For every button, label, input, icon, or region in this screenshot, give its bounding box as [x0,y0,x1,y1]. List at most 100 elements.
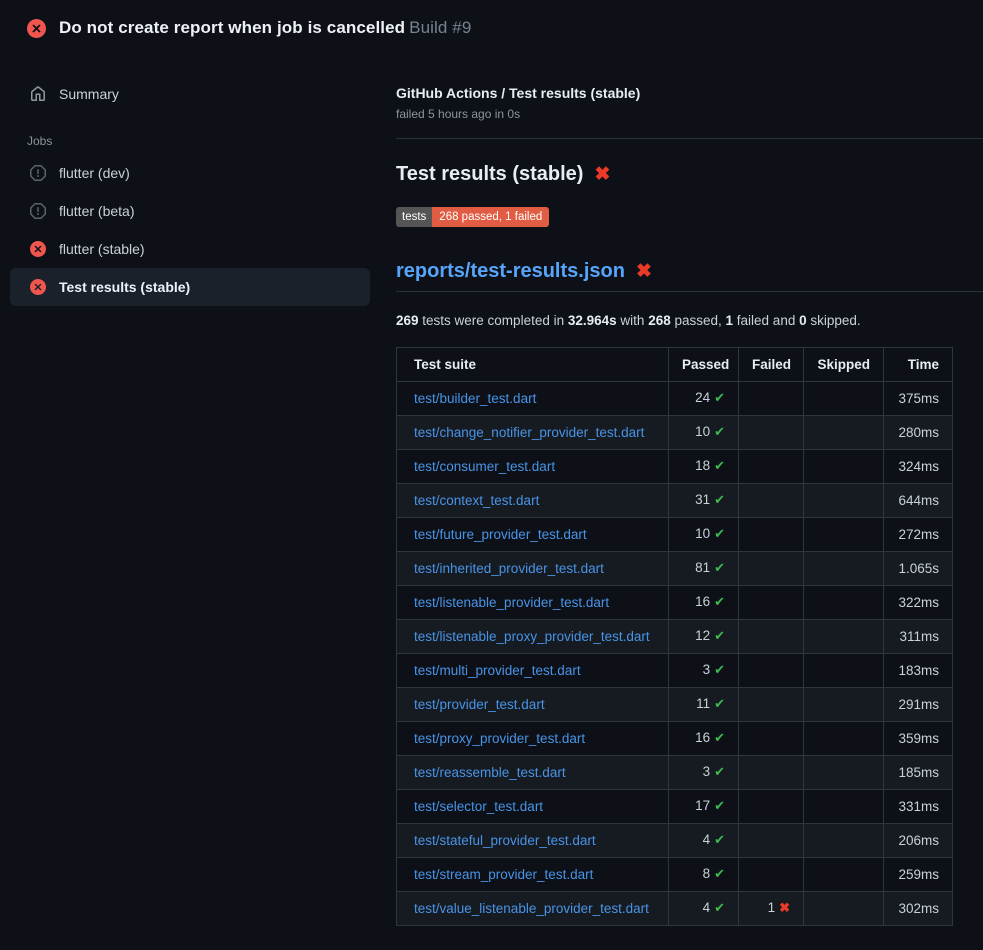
report-file-link[interactable]: reports/test-results.json [396,260,625,283]
report-file-heading: reports/test-results.json✖ [396,260,983,292]
table-row: test/multi_provider_test.dart 3✔ 183ms [397,654,953,688]
passed-cell: 81✔ [669,552,739,586]
table-row: test/provider_test.dart11✔291ms [397,688,953,722]
passed-cell: 3✔ [669,654,739,688]
check-icon: ✔ [714,662,725,677]
test-suite-link[interactable]: test/builder_test.dart [414,391,536,406]
sidebar-item-label: flutter (beta) [59,203,134,219]
section-title-text: Test results (stable) [396,163,583,186]
test-suite-link[interactable]: test/inherited_provider_test.dart [414,561,604,576]
skipped-cell [804,722,884,756]
x-circle-icon [30,279,46,295]
count-value: 81 [695,560,710,575]
test-suite-cell: test/stateful_provider_test.dart [397,824,669,858]
sidebar-item-label: flutter (dev) [59,165,130,181]
skipped-cell [804,450,884,484]
failed-cell [739,484,804,518]
check-icon: ✔ [714,798,725,813]
time-cell: 272ms [884,518,953,552]
build-results-page: Do not create report when job is cancell… [0,0,983,926]
failed-cell: 1✖ [739,892,804,926]
test-suite-link[interactable]: test/future_provider_test.dart [414,527,587,542]
sidebar-item-label: Test results (stable) [59,279,190,295]
check-icon: ✔ [714,832,725,847]
check-icon: ✔ [714,526,725,541]
test-suite-link[interactable]: test/stateful_provider_test.dart [414,833,596,848]
failed-cell [739,518,804,552]
check-icon: ✔ [714,764,725,779]
count-value: 24 [695,390,710,405]
count-value: 31 [695,492,710,507]
sidebar-item-summary[interactable]: Summary [0,76,380,112]
test-suite-cell: test/selector_test.dart [397,790,669,824]
check-run-title: Test results (stable)✖ [396,163,983,186]
test-suite-link[interactable]: test/multi_provider_test.dart [414,663,581,678]
time-cell: 280ms [884,416,953,450]
check-icon: ✔ [714,492,725,507]
check-icon: ✔ [714,594,725,609]
test-suite-link[interactable]: test/listenable_provider_test.dart [414,595,609,610]
time-cell: 183ms [884,654,953,688]
check-icon: ✔ [714,900,725,915]
sidebar-item-test-results-stable[interactable]: Test results (stable) [10,268,370,306]
time-cell: 322ms [884,586,953,620]
stop-icon [30,203,46,219]
sidebar-item-flutter-stable[interactable]: flutter (stable) [10,230,370,268]
test-suite-cell: test/stream_provider_test.dart [397,858,669,892]
test-suite-link[interactable]: test/value_listenable_provider_test.dart [414,901,649,916]
test-suite-link[interactable]: test/change_notifier_provider_test.dart [414,425,644,440]
check-icon: ✔ [714,866,725,881]
test-suite-link[interactable]: test/provider_test.dart [414,697,545,712]
passed-cell: 12✔ [669,620,739,654]
tests-badge: tests 268 passed, 1 failed [396,207,549,227]
count-value: 3 [703,662,711,677]
sidebar-item-label: Summary [59,86,119,102]
summary-number: 269 [396,313,419,328]
count-value: 12 [695,628,710,643]
summary-text: passed, [671,313,726,328]
check-icon: ✔ [714,458,725,473]
home-icon [30,86,46,102]
passed-cell: 4✔ [669,824,739,858]
summary-text: tests were completed in [419,313,568,328]
table-row: test/value_listenable_provider_test.dart… [397,892,953,926]
skipped-cell [804,382,884,416]
summary-text: skipped. [807,313,861,328]
passed-cell: 18✔ [669,450,739,484]
skipped-cell [804,858,884,892]
test-suite-link[interactable]: test/stream_provider_test.dart [414,867,593,882]
failed-cell [739,450,804,484]
sidebar: Summary Jobs flutter (dev)flutter (beta)… [0,52,380,306]
test-suite-cell: test/proxy_provider_test.dart [397,722,669,756]
failed-cell [739,416,804,450]
summary-text: failed and [733,313,799,328]
main-content: GitHub Actions / Test results (stable) f… [380,52,983,926]
test-suite-link[interactable]: test/listenable_proxy_provider_test.dart [414,629,650,644]
table-row: test/consumer_test.dart18✔324ms [397,450,953,484]
test-suite-link[interactable]: test/context_test.dart [414,493,539,508]
test-suite-cell: test/provider_test.dart [397,688,669,722]
time-cell: 206ms [884,824,953,858]
summary-number: 1 [726,313,734,328]
passed-cell: 17✔ [669,790,739,824]
summary-number: 32.964s [568,313,617,328]
table-row: test/builder_test.dart24✔375ms [397,382,953,416]
badge-value: 268 passed, 1 failed [432,207,549,227]
passed-cell: 31 ✔ [669,484,739,518]
column-header-failed: Failed [739,348,804,382]
column-header-passed: Passed [669,348,739,382]
table-row: test/listenable_proxy_provider_test.dart… [397,620,953,654]
test-suite-link[interactable]: test/proxy_provider_test.dart [414,731,585,746]
skipped-cell [804,654,884,688]
test-suite-link[interactable]: test/consumer_test.dart [414,459,555,474]
time-cell: 331ms [884,790,953,824]
passed-cell: 24✔ [669,382,739,416]
sidebar-item-flutter-dev[interactable]: flutter (dev) [10,154,370,192]
build-title: Do not create report when job is cancell… [59,18,405,37]
failed-cell [739,552,804,586]
table-row: test/inherited_provider_test.dart81✔1.06… [397,552,953,586]
test-suite-link[interactable]: test/reassemble_test.dart [414,765,566,780]
test-suite-cell: test/change_notifier_provider_test.dart [397,416,669,450]
test-suite-link[interactable]: test/selector_test.dart [414,799,543,814]
sidebar-item-flutter-beta[interactable]: flutter (beta) [10,192,370,230]
